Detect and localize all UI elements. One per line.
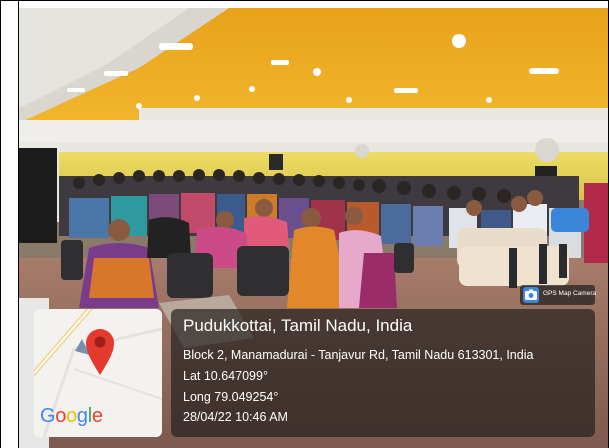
google-logo-letter: G	[40, 405, 56, 427]
map-camera-icon	[523, 287, 539, 303]
google-logo-letter: o	[66, 405, 77, 427]
location-title: Pudukkottai, Tamil Nadu, India	[183, 316, 413, 335]
map-pin-icon	[75, 329, 114, 375]
location-longitude: Long 79.049254°	[183, 390, 279, 404]
location-address: Block 2, Manamadurai - Tanjavur Rd, Tami…	[183, 348, 534, 362]
google-logo-text: Google	[40, 405, 103, 427]
google-logo-letter: g	[76, 405, 88, 427]
google-logo-letter: o	[55, 405, 67, 427]
location-datetime: 28/04/22 10:46 AM	[183, 410, 288, 424]
map-thumbnail: Google	[34, 309, 162, 437]
google-logo: Google	[40, 405, 103, 428]
badge-label: GPS Map Camera	[543, 290, 597, 297]
location-latitude: Lat 10.647099°	[183, 369, 268, 383]
location-panel: Pudukkottai, Tamil Nadu, India Block 2, …	[171, 309, 595, 437]
gps-map-camera-badge: GPS Map Camera	[520, 285, 597, 305]
google-logo-letter: e	[91, 405, 103, 427]
